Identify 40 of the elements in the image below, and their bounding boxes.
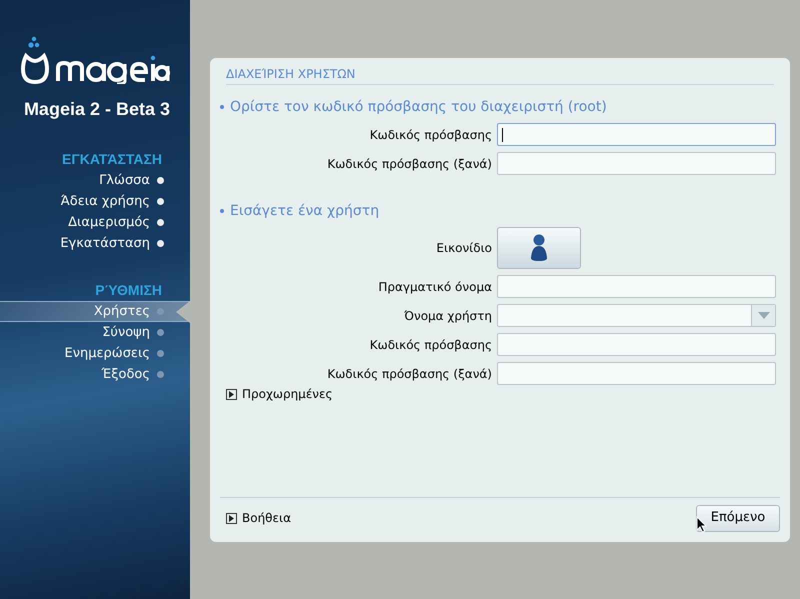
bullet-icon [220, 105, 224, 109]
field-label: Κωδικός πρόσβασης (ξανά) [327, 156, 492, 172]
step-label[interactable]: Ενημερώσεις [64, 344, 150, 364]
expand-icon[interactable] [226, 388, 237, 400]
bullet-icon [220, 209, 224, 213]
input-field[interactable] [497, 123, 776, 146]
avatar-button[interactable] [497, 227, 581, 269]
next-button[interactable]: Επόμενο [696, 504, 780, 532]
field-label: Πραγματικό όνομα [378, 278, 492, 296]
pointer-arrow-icon [176, 300, 190, 322]
field-label: Όνομα χρήστη [404, 308, 492, 324]
help-toggle[interactable]: Βοήθεια [242, 509, 291, 527]
input-field[interactable] [497, 152, 776, 175]
step-label[interactable]: Γλώσσα [99, 170, 150, 190]
panel-title: ΔΙΑΧΕΊΡΙΣΗ ΧΡΗΣΤΩΝ [226, 66, 356, 83]
section-heading: Ορίστε τον κωδικό πρόσβασης του διαχειριστή (root) [230, 98, 607, 117]
field-label: Εικονίδιο [436, 240, 492, 257]
section-heading: ΕΓΚΑΤΆΣΤΑΣΗ [62, 150, 162, 169]
step-label[interactable]: Σύνοψη [102, 322, 150, 342]
field-label: Κωδικός πρόσβασης [370, 336, 492, 354]
field-label: Κωδικός πρόσβασης (ξανά) [327, 366, 492, 382]
selected-step-highlight[interactable]: Χρήστες [0, 301, 190, 322]
input-field[interactable] [497, 275, 776, 298]
mouse-pointer-icon [696, 516, 707, 533]
advanced-toggle[interactable]: Προχωρημένες [242, 385, 333, 403]
section-heading: ΡΎΘΜΙΣΗ [95, 281, 162, 300]
expand-icon[interactable] [226, 512, 237, 524]
step-label[interactable]: Εγκατάσταση [60, 234, 150, 254]
product-version: Mageia 2 - Beta 3 [24, 98, 170, 121]
dropdown-icon[interactable] [751, 305, 775, 326]
section-heading: Εισάγετε ένα χρήστη [230, 202, 380, 221]
input-field[interactable] [497, 362, 776, 385]
step-label[interactable]: Έξοδος [102, 364, 150, 384]
username-combo-field[interactable] [497, 304, 776, 327]
input-field[interactable] [497, 333, 776, 356]
step-label[interactable]: Χρήστες [94, 302, 150, 322]
user-icon [529, 234, 549, 262]
step-label[interactable]: Διαμερισμός [68, 212, 150, 232]
step-label[interactable]: Άδεια χρήσης [60, 192, 150, 212]
field-label: Κωδικός πρόσβασης [370, 126, 492, 144]
